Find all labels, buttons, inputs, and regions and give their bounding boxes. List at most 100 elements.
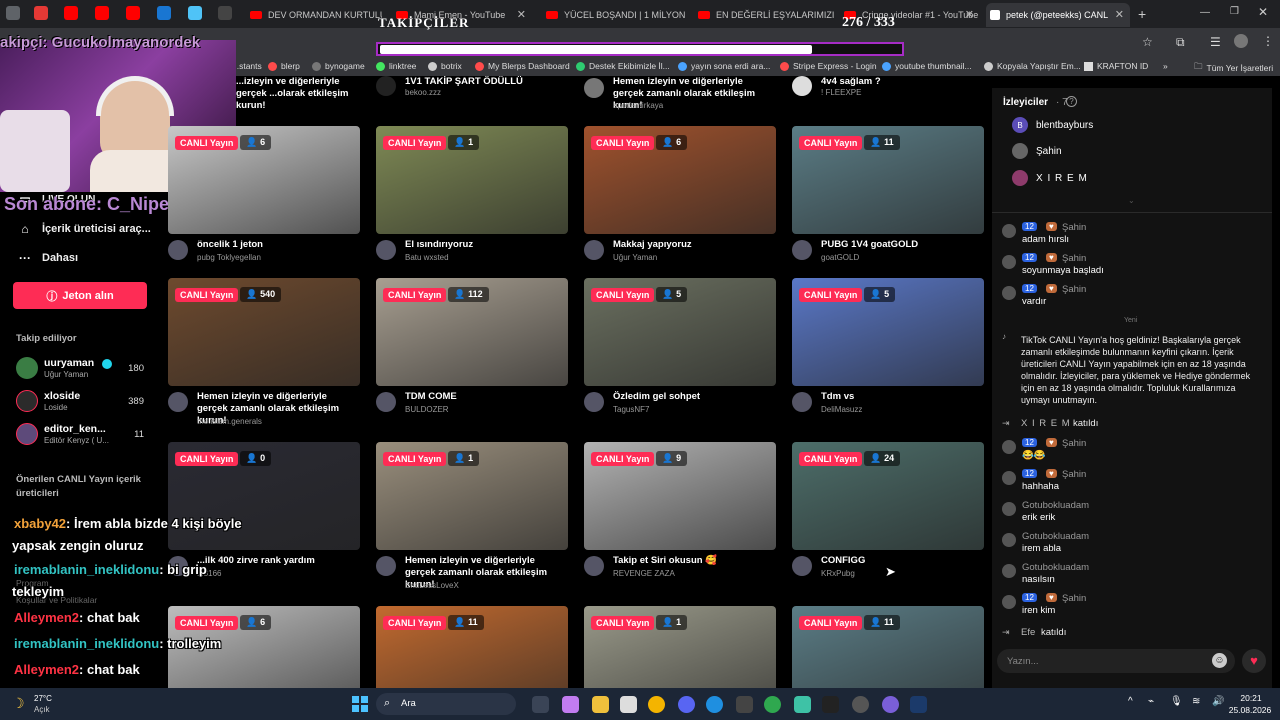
tab-icon[interactable] [188, 6, 202, 20]
avatar[interactable] [168, 392, 188, 412]
tab-icon[interactable] [218, 6, 232, 20]
all-bookmarks[interactable]: 🗀 Tüm Yer İşaretleri [1194, 61, 1273, 75]
stream-thumbnail[interactable]: CANLI Yayın 👤 6 [168, 126, 360, 234]
tab-1[interactable]: DEV ORMANDAN KURTULUŞ [246, 3, 382, 27]
bookmark-item[interactable]: My Blerps Dashboard [475, 61, 570, 71]
stream-thumbnail[interactable]: CANLI Yayın 👤 11 [376, 606, 568, 688]
more-item[interactable]: ··· Dahası [18, 251, 78, 265]
chat-username[interactable]: Şahin [1062, 222, 1086, 233]
stream-card[interactable]: 4v4 sağlam ?! FLEEXPE [792, 76, 984, 98]
edge-icon[interactable] [706, 696, 723, 713]
following-item[interactable]: editor_ken... Editör Kenyz ( U... 11 [16, 421, 146, 449]
chat-message[interactable]: 12 ♥ Şahin hahhaha [1002, 469, 1264, 495]
tab-icon[interactable] [157, 6, 171, 20]
taskbar-search[interactable]: ⌕ Ara [376, 693, 516, 715]
youtube-tab-icon[interactable] [64, 6, 78, 20]
tab-3[interactable]: YÜCEL BOŞANDI | 1 MİLYON [542, 3, 688, 27]
app-icon[interactable] [736, 696, 753, 713]
maximize-button[interactable]: ❐ [1230, 6, 1239, 17]
emoji-icon[interactable]: ☺ [1212, 653, 1227, 668]
stream-card[interactable]: CANLI Yayın 👤 11 [376, 606, 568, 688]
viewer-item[interactable]: Bblentbayburs [1012, 117, 1093, 133]
tab-active-tiktok[interactable]: petek (@peteekks) CANL ✕ [986, 3, 1130, 27]
app-icon[interactable] [794, 696, 811, 713]
bookmark-item[interactable]: Kopyala Yapıştır Em... [984, 61, 1081, 71]
bookmark-item[interactable]: linktree [376, 61, 416, 71]
stream-card[interactable]: CANLI Yayın 👤 5 Özledim gel sohpet TagusNF7 [584, 278, 776, 428]
following-item[interactable]: xloside Loside 389 [16, 388, 146, 416]
chat-input[interactable]: Yazın... ☺ [997, 649, 1235, 673]
profile-avatar[interactable] [1234, 34, 1248, 48]
avatar[interactable] [792, 392, 812, 412]
stream-card[interactable]: CANLI Yayın 👤 9 Takip et Siri okusun 🥰 REVE… [584, 442, 776, 592]
stream-card[interactable]: CANLI Yayın 👤 6 öncelik 1 jeton pubg Toklye… [168, 126, 360, 276]
stream-card[interactable]: CANLI Yayın 👤 540 Hemen izleyin ve diğerle… [168, 278, 360, 428]
chrome-icon[interactable] [648, 696, 665, 713]
avatar[interactable] [792, 556, 812, 576]
clock-date[interactable]: 25.08.2026 [1224, 705, 1276, 715]
chat-username[interactable]: Gotubokluadam [1022, 562, 1089, 573]
youtube-tab-icon[interactable] [126, 6, 140, 20]
store-icon[interactable] [620, 696, 637, 713]
bookmark-item[interactable]: Destek Ekibimizle İl... [576, 61, 670, 71]
bookmark-item[interactable]: Stripe Express - Login [780, 61, 877, 71]
chat-username[interactable]: Şahin [1062, 469, 1086, 480]
avatar[interactable] [584, 392, 604, 412]
stream-card[interactable]: 1V1 TAKİP ŞART ÖDÜLLÜ bekoo.zzz [376, 76, 568, 98]
avatar[interactable] [584, 556, 604, 576]
stream-thumbnail[interactable]: CANLI Yayın 👤 11 [792, 126, 984, 234]
extensions-icon[interactable]: ⧉ [1176, 35, 1185, 50]
stream-card[interactable]: CANLI Yayın 👤 11 [792, 606, 984, 688]
help-icon[interactable]: ? [1066, 96, 1077, 107]
window-close-button[interactable]: ✕ [1258, 5, 1268, 19]
network-icon[interactable]: ⌁ [1148, 696, 1154, 707]
stream-card[interactable]: CANLI Yayın 👤 112 TDM COME BULDOZER [376, 278, 568, 428]
bookmark-item[interactable]: yayın sona erdi ara... [678, 61, 770, 71]
windows-start-icon[interactable] [352, 696, 368, 712]
app-icon[interactable] [822, 696, 839, 713]
stream-card[interactable]: CANLI Yayın 👤 1 Hemen izleyin ve diğerleri… [376, 442, 568, 592]
following-item[interactable]: uuryaman Uğur Yaman 180 [16, 355, 146, 383]
stream-thumbnail[interactable]: CANLI Yayın 👤 1 [376, 442, 568, 550]
stream-thumbnail[interactable]: CANLI Yayın 👤 5 [792, 278, 984, 386]
avatar[interactable] [376, 556, 396, 576]
chat-username[interactable]: Gotubokluadam [1022, 531, 1089, 542]
chat-username[interactable]: Şahin [1062, 593, 1086, 604]
stream-thumbnail[interactable]: CANLI Yayın 👤 0 [168, 442, 360, 550]
close-icon[interactable]: ✕ [965, 8, 974, 21]
youtube-tab-icon[interactable] [95, 6, 109, 20]
stream-thumbnail[interactable]: CANLI Yayın 👤 5 [584, 278, 776, 386]
tab-4[interactable]: EN DEĞERLİ EŞYALARIMIZI K [694, 3, 834, 27]
chat-message[interactable]: 12 ♥ Şahin soyunmaya başladı [1002, 253, 1264, 279]
app-icon[interactable] [882, 696, 899, 713]
file-explorer-icon[interactable] [592, 696, 609, 713]
menu-lines-icon[interactable]: ☰ [1210, 35, 1221, 49]
obs-icon[interactable] [852, 696, 869, 713]
chat-message[interactable]: Gotubokluadam nasılsın [1002, 562, 1264, 588]
collapse-chevron-icon[interactable]: ⌄ [1128, 196, 1135, 205]
bookmark-item[interactable]: youtube thumbnail... [882, 61, 972, 71]
tab-icon[interactable] [6, 6, 20, 20]
kebab-menu-icon[interactable]: ⋮ [1262, 34, 1274, 48]
avatar[interactable] [168, 240, 188, 260]
steam-icon[interactable] [910, 696, 927, 713]
close-icon[interactable]: ✕ [517, 8, 526, 21]
copilot-icon[interactable] [562, 696, 579, 713]
stream-card[interactable]: Hemen izleyin ve diğerleriyle gerçek zam… [584, 76, 776, 111]
chat-username[interactable]: Gotubokluadam [1022, 500, 1089, 511]
chat-message[interactable]: Gotubokluadam irem abla [1002, 531, 1264, 557]
viewer-item[interactable]: Şahin [1012, 143, 1062, 159]
avatar[interactable] [376, 392, 396, 412]
buy-coins-button[interactable]: ⓙ Jeton alın [13, 282, 147, 309]
chat-message[interactable]: 12 ♥ Şahin adam hırslı [1002, 222, 1264, 248]
creator-tools-item[interactable]: ⌂ İçerik üreticisi araç... [18, 222, 150, 236]
stream-card[interactable]: CANLI Yayın 👤 1 [584, 606, 776, 688]
avatar[interactable] [792, 240, 812, 260]
chat-message[interactable]: Gotubokluadam erik erik [1002, 500, 1264, 526]
bookmark-item[interactable]: ...stants [232, 61, 262, 71]
volume-icon[interactable]: 🔊 [1212, 696, 1224, 707]
bookmark-star-icon[interactable]: ☆ [1142, 35, 1153, 49]
bookmark-item[interactable]: KRAFTON ID [1084, 61, 1148, 71]
bookmark-item[interactable]: bynogame [312, 61, 365, 71]
chat-username[interactable]: Şahin [1062, 284, 1086, 295]
